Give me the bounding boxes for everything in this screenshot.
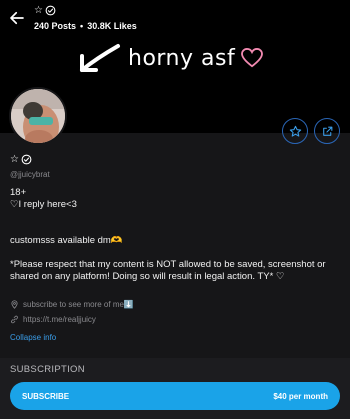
subscription-section: SUBSCRIPTION SUBSCRIBE $40 per month bbox=[0, 358, 350, 419]
heart-icon bbox=[241, 48, 264, 68]
share-button[interactable] bbox=[314, 118, 340, 144]
subscribe-button[interactable]: SUBSCRIBE $40 per month bbox=[10, 382, 340, 410]
top-bar: ☆ 240 Posts • 30.8K Likes bbox=[0, 0, 350, 40]
bio-line: 18+ bbox=[10, 187, 27, 198]
profile-stats: 240 Posts • 30.8K Likes bbox=[34, 21, 137, 31]
location-text: subscribe to see more of me⬇️ bbox=[23, 300, 134, 309]
verified-icon bbox=[21, 154, 32, 165]
link-row[interactable]: https://t.me/realjjuicy bbox=[10, 315, 96, 324]
bio-spacer bbox=[10, 223, 342, 235]
share-icon bbox=[322, 126, 332, 136]
star-icon bbox=[289, 125, 301, 137]
subscription-price: $40 per month bbox=[273, 391, 328, 401]
likes-count: 30.8K Likes bbox=[87, 21, 137, 31]
profile-name: ☆ bbox=[10, 154, 19, 165]
verified-icon bbox=[45, 5, 56, 16]
bio-line: ♡I reply here<3 bbox=[10, 199, 77, 210]
back-arrow-icon[interactable] bbox=[8, 9, 26, 27]
favorite-button[interactable] bbox=[282, 118, 308, 144]
banner-text: horny asf bbox=[128, 45, 236, 71]
bio-spacer bbox=[10, 211, 342, 223]
profile-bio: 18+ ♡I reply here<3 customsss available … bbox=[10, 187, 342, 283]
banner-content: horny asf bbox=[74, 40, 264, 76]
profile-handle: @jjuicybrat bbox=[10, 170, 50, 179]
avatar[interactable] bbox=[9, 87, 67, 145]
page-title: ☆ bbox=[34, 5, 43, 16]
location-pin-icon bbox=[11, 300, 18, 309]
bio-line: *Please respect that my content is NOT a… bbox=[10, 259, 326, 282]
collapse-info-link[interactable]: Collapse info bbox=[10, 333, 56, 342]
stats-separator: • bbox=[80, 21, 84, 31]
header-title-row: ☆ bbox=[34, 5, 56, 16]
profile-name-row: ☆ bbox=[10, 154, 32, 165]
profile-link[interactable]: https://t.me/realjjuicy bbox=[23, 315, 96, 324]
bio-line: customsss available dm🫶 bbox=[10, 235, 123, 246]
posts-count: 240 Posts bbox=[34, 21, 77, 31]
banner-arrow-icon bbox=[80, 44, 120, 72]
subscription-title: SUBSCRIPTION bbox=[10, 364, 85, 375]
location-row: subscribe to see more of me⬇️ bbox=[10, 300, 134, 309]
bio-spacer bbox=[10, 247, 342, 259]
subscribe-label: SUBSCRIBE bbox=[22, 391, 70, 401]
link-icon bbox=[11, 315, 18, 324]
